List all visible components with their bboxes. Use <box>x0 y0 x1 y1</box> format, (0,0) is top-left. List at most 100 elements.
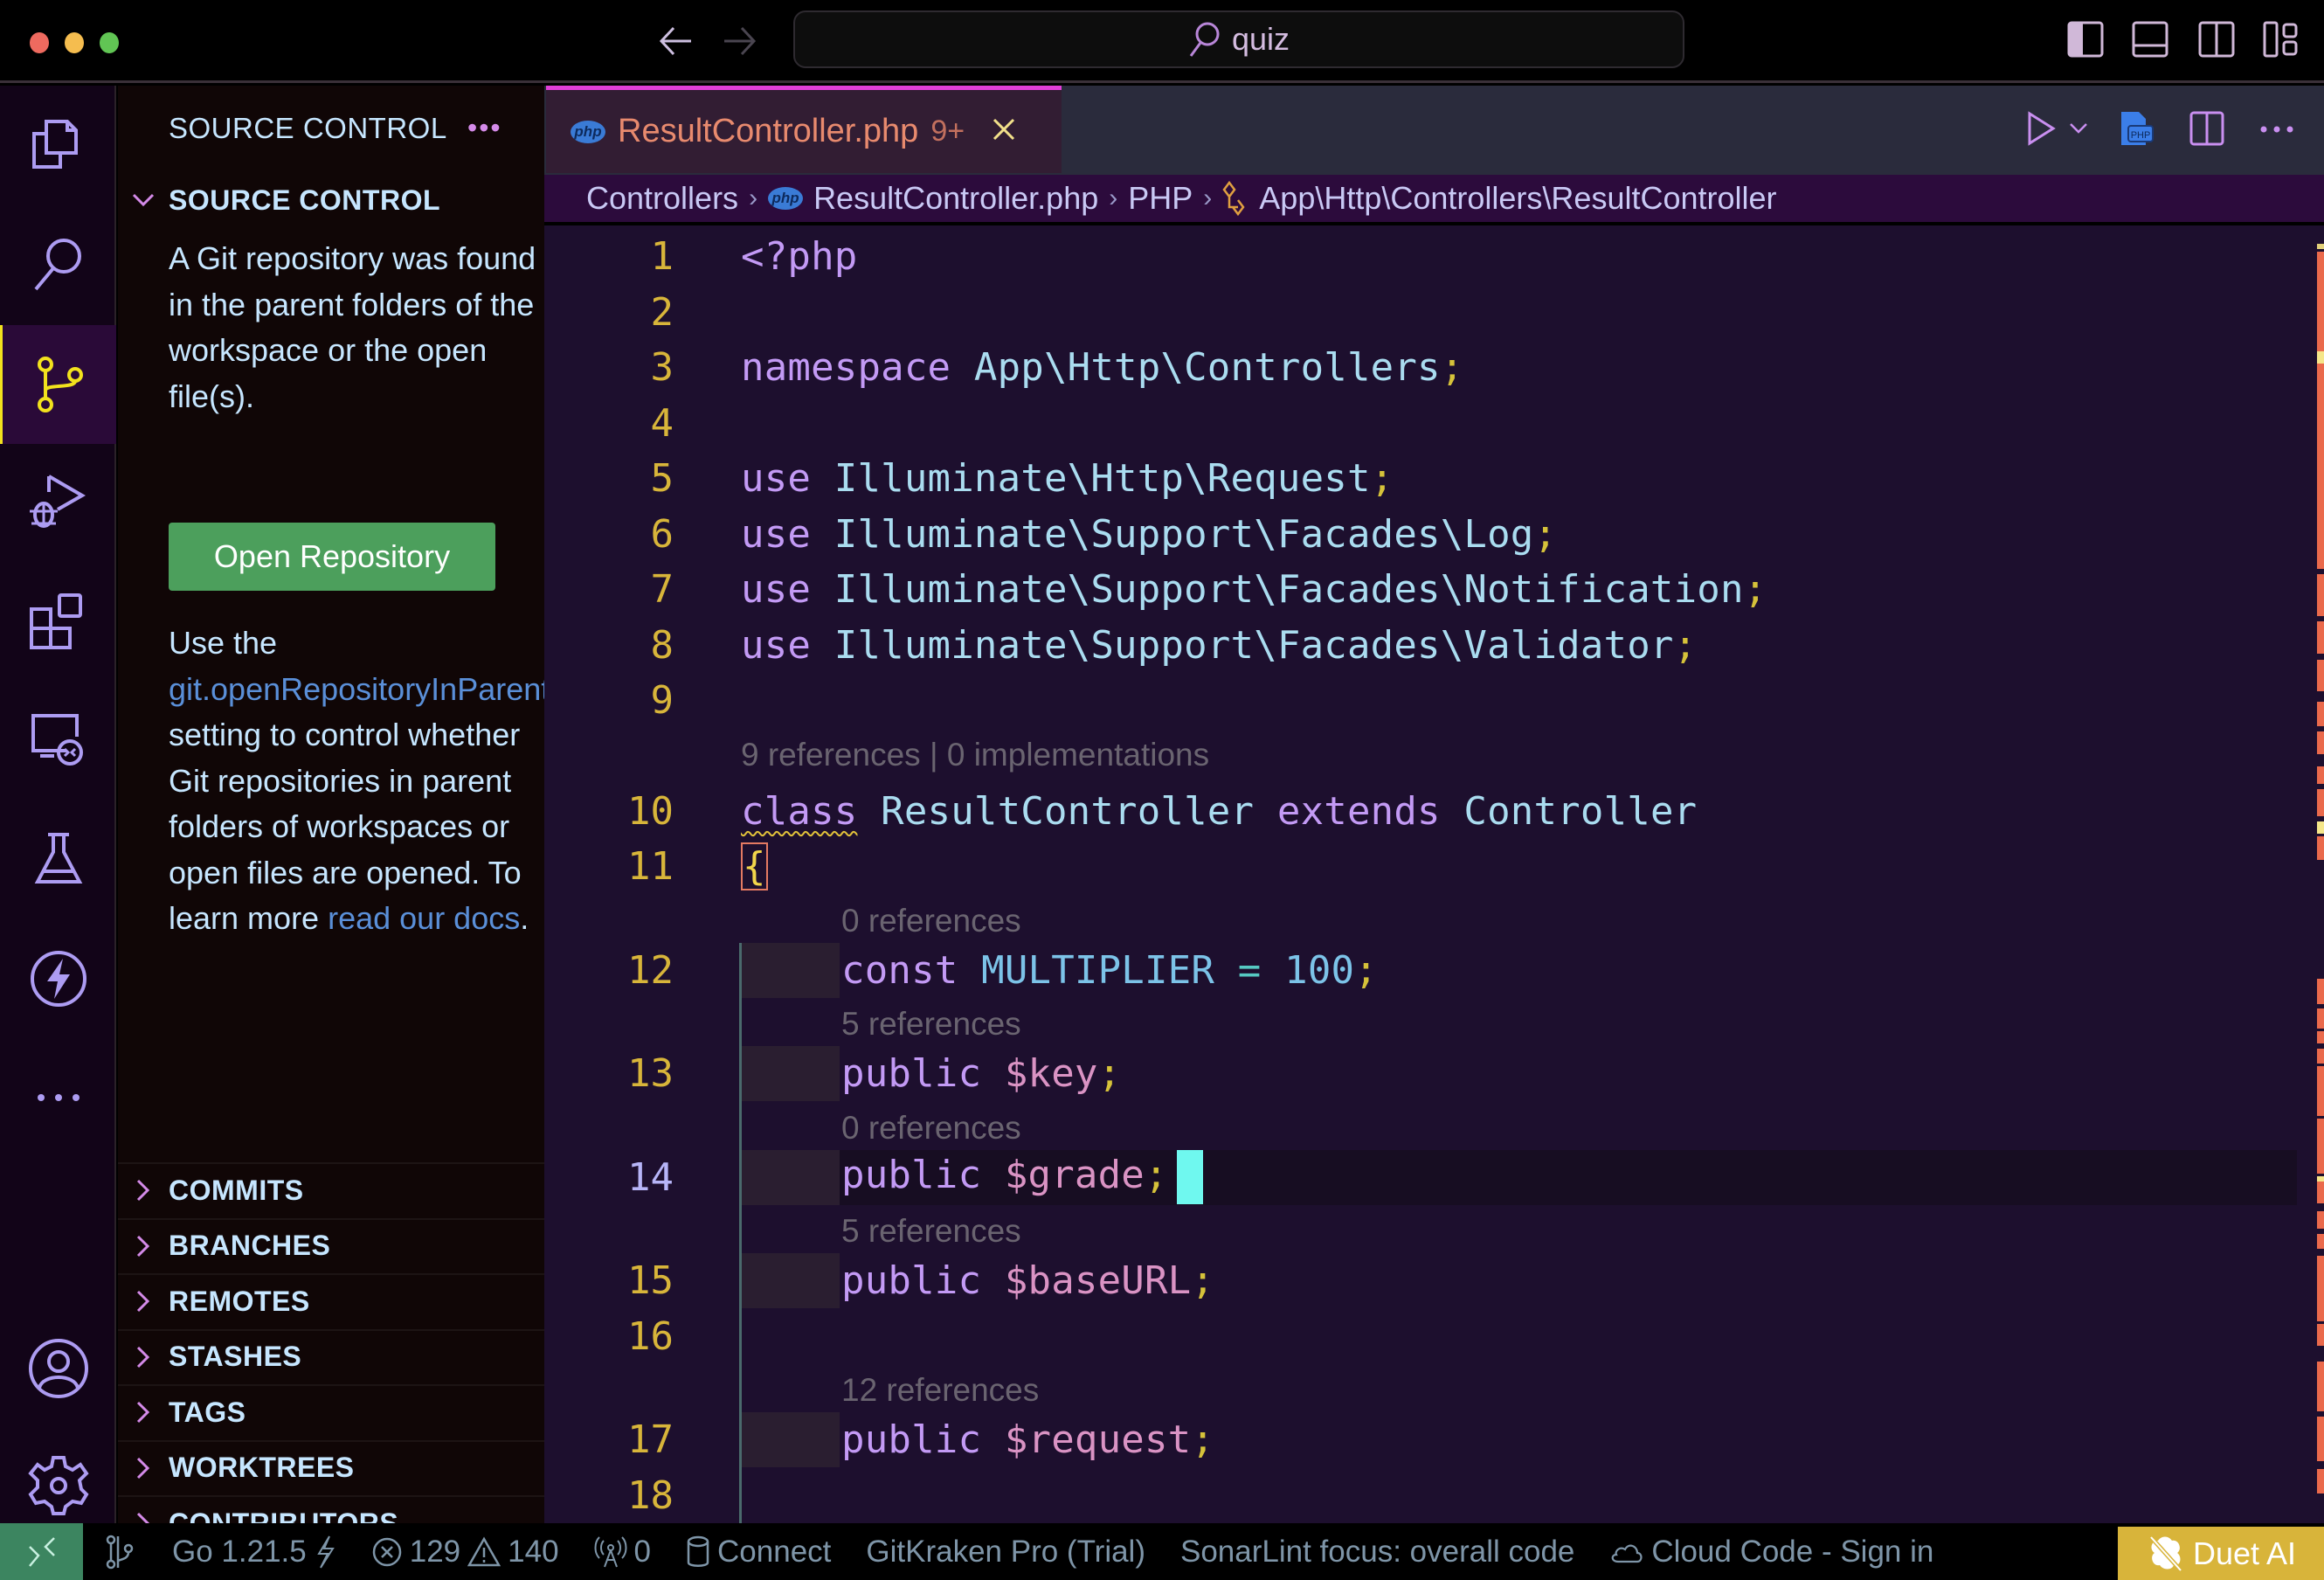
gitkraken-text: GitKraken Pro (Trial) <box>866 1534 1145 1569</box>
cloud-code-status[interactable]: Cloud Code - Sign in <box>1609 1535 1933 1570</box>
run-button[interactable] <box>2027 110 2057 150</box>
codelens-references[interactable]: 0 references <box>841 899 1021 943</box>
code-line[interactable]: 12 const MULTIPLIER = 100; <box>544 943 2292 998</box>
toggle-primary-sidebar-button[interactable] <box>2067 21 2104 58</box>
run-dropdown-button[interactable] <box>2069 122 2088 139</box>
activity-remote-explorer[interactable] <box>0 682 116 800</box>
codelens-references[interactable]: 9 references | 0 implementations <box>741 733 1209 777</box>
code-line[interactable]: 4 <box>544 396 2292 451</box>
section-tags[interactable]: TAGS <box>118 1384 544 1438</box>
codelens-references[interactable]: 0 references <box>841 1106 1021 1150</box>
breadcrumb-item[interactable]: ResultController.php <box>813 180 1098 217</box>
code-line[interactable]: 5 use Illuminate\Http\Request; <box>544 451 2292 506</box>
layout-split-icon <box>2198 21 2235 58</box>
forward-button[interactable] <box>718 19 762 63</box>
toggle-secondary-sidebar-button[interactable] <box>2198 21 2235 58</box>
overview-ruler-scrollbar[interactable] <box>2317 229 2324 1523</box>
editor-actions: PHP <box>2027 86 2324 175</box>
section-branches[interactable]: BRANCHES <box>118 1217 544 1272</box>
code-line[interactable]: 7 use Illuminate\Support\Facades\Notifica… <box>544 562 2292 617</box>
section-stashes[interactable]: STASHES <box>118 1328 544 1383</box>
activity-search[interactable] <box>0 204 116 323</box>
go-version-status[interactable]: Go 1.21.5 <box>172 1535 336 1570</box>
minimize-window-button[interactable] <box>65 32 84 53</box>
read-docs-link[interactable]: read our docs <box>328 900 520 936</box>
code-line[interactable]: 2 <box>544 285 2292 340</box>
ruler-marker <box>2317 573 2324 617</box>
editor-more-actions-button[interactable] <box>2259 122 2294 138</box>
sidebar-title: SOURCE CONTROL <box>169 112 447 144</box>
split-editor-button[interactable] <box>2189 111 2224 150</box>
activity-extensions[interactable] <box>0 563 116 682</box>
section-source-control[interactable]: SOURCE CONTROL <box>118 173 544 227</box>
activity-more[interactable] <box>0 1038 116 1157</box>
codelens-references[interactable]: 5 references <box>841 1209 1021 1253</box>
chevron-right-icon: › <box>749 184 758 212</box>
activity-run-debug[interactable] <box>0 444 116 563</box>
close-window-button[interactable] <box>30 32 49 53</box>
setting-link[interactable]: git.openRepositoryInParentFolders <box>169 671 544 707</box>
source-control-sidebar: SOURCE CONTROL ••• SOURCE CONTROL A Git … <box>118 86 544 1523</box>
sonarlint-status[interactable]: SonarLint focus: overall code <box>1180 1535 1574 1570</box>
open-repository-button[interactable]: Open Repository <box>169 523 495 591</box>
activity-explorer[interactable] <box>0 86 116 204</box>
ports-status[interactable]: 0 <box>594 1535 651 1570</box>
code-line[interactable]: 6 use Illuminate\Support\Facades\Log; <box>544 507 2292 562</box>
close-tab-button[interactable] <box>993 118 1015 145</box>
breadcrumb-item[interactable]: App\Http\Controllers\ResultController <box>1259 180 1776 217</box>
codelens-references[interactable]: 12 references <box>841 1369 1039 1412</box>
code-line[interactable]: 18 <box>544 1468 2292 1523</box>
code-token: ; <box>1533 511 1558 557</box>
code-line[interactable]: 11 { <box>544 839 2292 894</box>
section-contributors[interactable]: CONTRIBUTORS <box>118 1495 544 1523</box>
line-number: 6 <box>650 511 674 557</box>
activity-bar <box>0 86 116 1523</box>
line-number: 3 <box>650 345 674 390</box>
sidebar-more-actions-button[interactable]: ••• <box>467 112 502 144</box>
ruler-marker <box>2317 660 2324 692</box>
code-line[interactable]: 16 <box>544 1309 2292 1364</box>
activity-testing[interactable] <box>0 800 116 919</box>
code-line[interactable]: 10 class ResultController extends Control… <box>544 784 2292 839</box>
ruler-marker <box>2317 364 2324 530</box>
database-connect-status[interactable]: Connect <box>686 1535 831 1570</box>
source-control-status[interactable] <box>102 1535 137 1570</box>
ruler-marker <box>2317 1416 2324 1461</box>
section-label: STASHES <box>169 1341 302 1372</box>
section-remotes[interactable]: REMOTES <box>118 1273 544 1327</box>
breadcrumb-item[interactable]: Controllers <box>586 180 738 217</box>
code-line[interactable]: 13 public $key; <box>544 1046 2292 1101</box>
command-center-search[interactable]: quiz <box>793 10 1684 68</box>
breadcrumb-item[interactable]: PHP <box>1128 180 1193 217</box>
code-line[interactable]: 15 public $baseURL; <box>544 1253 2292 1308</box>
code-line[interactable]: 9 <box>544 673 2292 728</box>
code-line[interactable]: 1 <?php <box>544 229 2292 284</box>
remote-indicator-button[interactable] <box>0 1523 83 1580</box>
php-action-button[interactable]: PHP <box>2120 110 2155 151</box>
ruler-marker <box>2317 821 2324 835</box>
line-number: 15 <box>627 1258 674 1303</box>
tab-resultcontroller[interactable]: php ResultController.php 9+ <box>546 86 1062 173</box>
section-worktrees[interactable]: WORKTREES <box>118 1439 544 1494</box>
code-token: public <box>841 1258 982 1303</box>
git-compare-icon <box>106 1535 134 1569</box>
problems-status[interactable]: 129 140 <box>371 1535 559 1570</box>
code-line[interactable]: 3 namespace App\Http\Controllers; <box>544 340 2292 395</box>
duet-ai-button[interactable]: Duet AI <box>2118 1527 2324 1580</box>
code-editor[interactable]: 1 <?php 2 3 namespace App\Http\Controllers; 4… <box>544 229 2324 1523</box>
code-line[interactable]: 14 public $grade; <box>544 1150 2292 1205</box>
code-token: public <box>841 1417 982 1462</box>
customize-layout-button[interactable] <box>2263 21 2300 58</box>
ruler-marker <box>2317 1049 2324 1064</box>
codelens-references[interactable]: 5 references <box>841 1002 1021 1046</box>
gitkraken-status[interactable]: GitKraken Pro (Trial) <box>866 1535 1145 1570</box>
code-line[interactable]: 8 use Illuminate\Support\Facades\Validato… <box>544 618 2292 673</box>
section-commits[interactable]: COMMITS <box>118 1162 544 1216</box>
maximize-window-button[interactable] <box>100 32 119 53</box>
activity-source-control[interactable] <box>0 325 116 444</box>
code-line[interactable]: 17 public $request; <box>544 1412 2292 1467</box>
back-button[interactable] <box>654 19 697 63</box>
toggle-panel-button[interactable] <box>2132 21 2168 58</box>
activity-thunder-client[interactable] <box>0 919 116 1038</box>
activity-accounts[interactable] <box>0 1309 116 1428</box>
